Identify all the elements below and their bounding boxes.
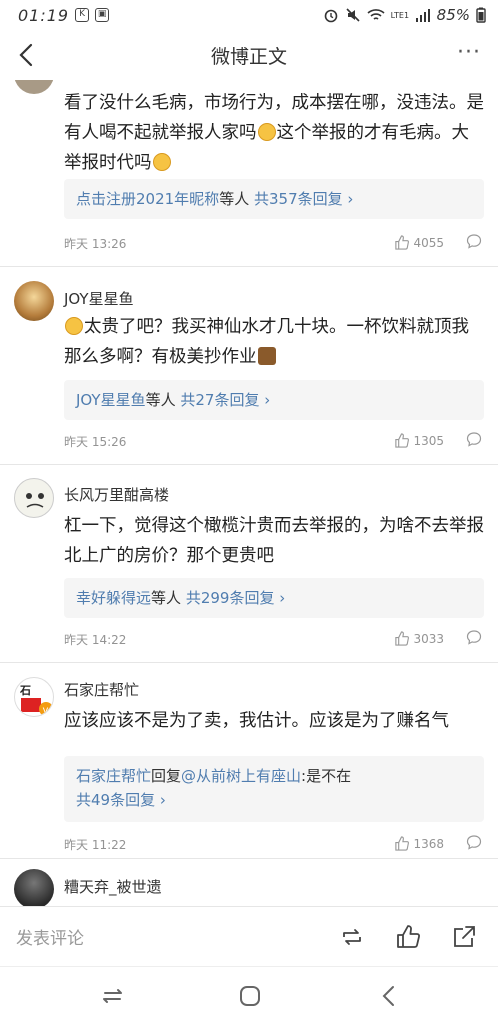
thumbs-up-icon xyxy=(395,836,410,851)
mention-link[interactable]: @从前树上有座山 xyxy=(181,767,301,785)
comment-feed[interactable]: 看了没什么毛病，市场行为，成本摆在哪，没违法。是有人喝不起就举报人家吗 这个举报的… xyxy=(0,80,498,906)
reply-summary-box[interactable]: JOY星星鱼等人 共27条回复 › xyxy=(64,380,484,420)
reply-comment-icon[interactable] xyxy=(466,431,482,447)
battery-icon xyxy=(476,7,486,23)
comment-meta: 昨天 13:26 4055 xyxy=(64,233,484,252)
share-icon[interactable] xyxy=(450,923,478,951)
like-count: 1305 xyxy=(413,433,444,448)
chevron-right-icon: › xyxy=(259,391,271,409)
chevron-right-icon: › xyxy=(342,190,354,208)
comment-time: 昨天 13:26 xyxy=(64,237,127,251)
comment-username[interactable]: JOY星星鱼 xyxy=(64,288,134,309)
back-icon[interactable] xyxy=(376,983,402,1009)
comment-item: 石v 石家庄帮忙 应该应该不是为了卖，我估计。应该是为了赚名气 石家庄帮忙回复@… xyxy=(0,663,498,863)
laughing-emoji-icon xyxy=(65,317,83,335)
more-options-button[interactable]: ··· xyxy=(454,40,484,70)
comment-time: 昨天 15:26 xyxy=(64,435,127,449)
reply-summary-box[interactable]: 石家庄帮忙回复@从前树上有座山:是不在 共49条回复 › xyxy=(64,756,484,822)
comment-username[interactable]: 糟天弃_被世遗 xyxy=(64,876,162,897)
comment-item: 看了没什么毛病，市场行为，成本摆在哪，没违法。是有人喝不起就举报人家吗 这个举报的… xyxy=(0,80,498,262)
face-emoji-icon xyxy=(257,123,276,141)
svg-text:石: 石 xyxy=(19,684,31,697)
top-nav-bar: 微博正文 ··· xyxy=(0,30,498,80)
horse-emoji-icon xyxy=(257,347,276,365)
system-nav-bar xyxy=(0,966,498,1024)
like-button[interactable]: 1368 xyxy=(394,836,444,851)
chevron-right-icon: › xyxy=(274,589,286,607)
brand-logo-icon: 石v xyxy=(19,684,53,716)
reply-count-link[interactable]: 共357条回复 xyxy=(254,190,343,208)
reply-users-link[interactable]: 点击注册2021年昵称 xyxy=(76,190,219,208)
reply-comment-icon[interactable] xyxy=(466,629,482,645)
reply-users-suffix: 等人 xyxy=(219,190,250,208)
thumbs-up-icon xyxy=(395,235,410,250)
comment-item: 长风万里酣高楼 杠一下，觉得这个橄榄汁贵而去举报的，为啥不去举报北上广的房价？那… xyxy=(0,465,498,661)
alarm-icon xyxy=(324,9,337,23)
repost-icon[interactable] xyxy=(338,923,366,951)
image-notification-icon: ▣ xyxy=(95,8,110,22)
page-title: 微博正文 xyxy=(210,45,287,68)
comment-input[interactable]: 发表评论 xyxy=(16,924,338,949)
thumbs-up-icon[interactable] xyxy=(394,923,422,951)
comment-time: 昨天 11:22 xyxy=(64,838,127,852)
svg-text:v: v xyxy=(43,705,49,716)
status-bar: 01:19 K ▣ LTE1 85% xyxy=(0,0,498,30)
comment-time: 昨天 14:22 xyxy=(64,633,127,647)
comment-text: 应该应该不是为了卖，我估计。应该是为了赚名气 xyxy=(64,711,449,731)
thumbs-up-icon xyxy=(395,631,410,646)
mute-icon xyxy=(346,8,360,22)
comment-username[interactable]: 长风万里酣高楼 xyxy=(64,484,169,505)
comment-text: 杠一下，觉得这个橄榄汁贵而去举报的，为啥不去举报北上广的房价？那个更贵吧 xyxy=(64,516,484,566)
reply-body: :是不在 xyxy=(301,767,352,785)
home-icon[interactable] xyxy=(237,983,263,1009)
status-time: 01:19 xyxy=(18,5,70,25)
back-arrow-icon[interactable] xyxy=(12,40,42,70)
battery-percent: 85% xyxy=(436,6,470,24)
reply-summary-box[interactable]: 幸好躲得远等人 共299条回复 › xyxy=(64,578,484,618)
comment-item: JOY星星鱼 太贵了吧？我买神仙水才几十块。一杯饮料就顶我那么多啊？有极美抄作业… xyxy=(0,267,498,463)
like-count: 4055 xyxy=(413,235,444,250)
reply-users-suffix: 等人 xyxy=(145,391,176,409)
like-button[interactable]: 3033 xyxy=(394,631,444,646)
comment-text: 看了没什么毛病，市场行为，成本摆在哪，没违法。是有人喝不起就举报人家吗 这个举报的… xyxy=(64,93,484,173)
reply-count-link[interactable]: 共49条回复 xyxy=(76,791,155,809)
like-count: 3033 xyxy=(413,631,444,646)
reply-count-link[interactable]: 共299条回复 xyxy=(186,589,275,607)
comment-username[interactable]: 石家庄帮忙 xyxy=(64,679,139,700)
network-type: LTE1 xyxy=(390,10,410,20)
app-notification-icon: K xyxy=(75,8,90,22)
wifi-icon xyxy=(367,9,385,20)
face-emoji-icon xyxy=(152,153,171,171)
comment-meta: 昨天 11:22 1368 xyxy=(64,834,484,853)
avatar[interactable] xyxy=(14,869,54,906)
like-button[interactable]: 1305 xyxy=(394,433,444,448)
signal-icon xyxy=(415,9,430,22)
reply-summary-box[interactable]: 点击注册2021年昵称等人 共357条回复 › xyxy=(64,179,484,219)
comment-item: 糟天弃_被世遗 xyxy=(0,859,498,906)
avatar[interactable] xyxy=(14,281,54,321)
like-button[interactable]: 4055 xyxy=(394,235,444,250)
reply-word: 回复 xyxy=(151,767,182,785)
reply-comment-icon[interactable] xyxy=(466,834,482,850)
bottom-action-bar: 发表评论 xyxy=(0,906,498,966)
comment-meta: 昨天 15:26 1305 xyxy=(64,431,484,450)
reply-users-link[interactable]: 幸好躲得远 xyxy=(76,589,151,607)
reply-users-link[interactable]: JOY星星鱼 xyxy=(76,391,146,409)
avatar[interactable] xyxy=(14,80,54,94)
comment-text: 太贵了吧？我买神仙水才几十块。一杯饮料就顶我那么多啊？有极美抄作业 xyxy=(64,317,469,367)
doodle-face-icon xyxy=(26,493,44,508)
thumbs-up-icon xyxy=(395,433,410,448)
recent-apps-icon[interactable] xyxy=(100,983,126,1009)
avatar[interactable]: 石v xyxy=(14,677,54,717)
avatar[interactable] xyxy=(14,478,54,518)
reply-count-link[interactable]: 共27条回复 xyxy=(180,391,259,409)
reply-user-link[interactable]: 石家庄帮忙 xyxy=(76,767,151,785)
comment-meta: 昨天 14:22 3033 xyxy=(64,629,484,648)
reply-users-suffix: 等人 xyxy=(151,589,182,607)
reply-comment-icon[interactable] xyxy=(466,233,482,249)
like-count: 1368 xyxy=(413,836,444,851)
chevron-right-icon: › xyxy=(155,791,166,809)
